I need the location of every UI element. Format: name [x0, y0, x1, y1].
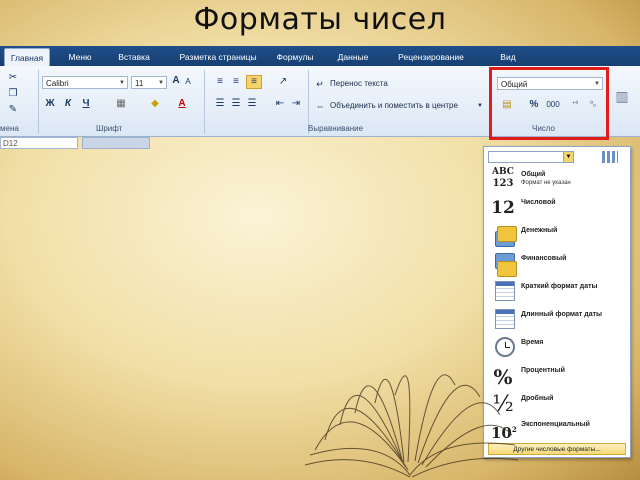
- chevron-down-icon[interactable]: ▼: [476, 100, 484, 112]
- table-grid-icon: [602, 151, 618, 163]
- align-bottom-icon[interactable]: ≡: [246, 75, 262, 89]
- group-separator: [38, 70, 39, 134]
- calendar-short-icon: [491, 279, 515, 305]
- align-top-icon[interactable]: ≡: [214, 76, 226, 88]
- orientation-icon[interactable]: ↗: [276, 76, 290, 88]
- tab-review[interactable]: Рецензирование: [388, 48, 474, 66]
- chevron-down-icon[interactable]: ▼: [563, 152, 573, 162]
- coin-shape: [497, 226, 517, 242]
- font-name-select[interactable]: Calibri ▼: [42, 76, 128, 89]
- group-label-alignment: Выравнивание: [308, 124, 364, 133]
- format-item-name: Денежный: [521, 227, 558, 234]
- merge-center-icon[interactable]: ⇔: [314, 100, 326, 112]
- format-item-name: Процентный: [521, 367, 565, 374]
- align-middle-icon[interactable]: ≡: [230, 76, 242, 88]
- format-item-name: Время: [521, 339, 544, 346]
- shrink-font-icon[interactable]: A: [183, 76, 193, 88]
- align-center-icon[interactable]: ☰: [230, 98, 242, 110]
- group-separator: [204, 70, 205, 134]
- font-size-select[interactable]: 11 ▼: [131, 76, 167, 89]
- increase-indent-icon[interactable]: ⇥: [290, 98, 302, 110]
- number-group-highlight: [489, 67, 609, 140]
- decrease-indent-icon[interactable]: ⇤: [274, 98, 286, 110]
- conditional-format-icon[interactable]: ▥: [612, 89, 632, 103]
- format-painter-icon[interactable]: ✎: [6, 104, 20, 116]
- font-color-button[interactable]: A: [176, 98, 188, 110]
- number-12-icon: 12: [491, 198, 515, 218]
- format-item-number[interactable]: 12 Числовой: [488, 195, 626, 221]
- format-item-currency[interactable]: Денежный: [488, 223, 626, 249]
- underline-button[interactable]: Ч: [80, 98, 92, 110]
- font-name-value: Calibri: [46, 79, 69, 88]
- chevron-down-icon: ▼: [119, 80, 125, 86]
- format-item-name: Краткий формат даты: [521, 283, 598, 290]
- align-left-icon[interactable]: ☰: [214, 98, 226, 110]
- grow-font-icon[interactable]: A: [170, 75, 182, 87]
- wrap-text-button[interactable]: Перенос текста: [330, 78, 388, 90]
- tab-data[interactable]: Данные: [332, 48, 374, 66]
- fill-color-icon[interactable]: ◆: [148, 98, 162, 110]
- cut-icon[interactable]: ✂: [6, 72, 20, 84]
- copy-icon[interactable]: ❐: [6, 88, 20, 100]
- italic-button[interactable]: К: [62, 98, 74, 110]
- book-illustration: [304, 374, 519, 478]
- group-label-clipboard: мена: [0, 124, 19, 133]
- chevron-down-icon: ▼: [158, 80, 164, 86]
- format-item-general[interactable]: ABC 123 Общий Формат не указан: [488, 167, 626, 193]
- align-right-icon[interactable]: ☰: [246, 98, 258, 110]
- tab-insert[interactable]: Вставка: [112, 48, 156, 66]
- format-item-subtitle: Формат не указан: [521, 180, 571, 186]
- format-item-name: Общий: [521, 171, 546, 178]
- format-item-name: Экспоненциальный: [521, 421, 590, 428]
- 123-text: 123: [492, 178, 514, 189]
- group-label-font: Шрифт: [96, 124, 123, 133]
- number-format-dropdown-input[interactable]: ▼: [488, 151, 574, 163]
- coin-shape: [497, 261, 517, 277]
- format-item-name: Числовой: [521, 199, 556, 206]
- format-item-name: Длинный формат даты: [521, 311, 603, 318]
- tab-view[interactable]: Вид: [494, 48, 522, 66]
- merge-center-button[interactable]: Объединить и поместить в центре: [330, 100, 458, 112]
- font-size-value: 11: [135, 79, 144, 88]
- ribbon-tab-bar: Главная Меню Вставка Разметка страницы Ф…: [0, 46, 640, 67]
- borders-icon[interactable]: ▦: [114, 98, 128, 110]
- name-box[interactable]: D12: [0, 137, 78, 149]
- formula-bar-fragment: [82, 137, 150, 149]
- tab-home[interactable]: Главная: [4, 48, 50, 67]
- money-icon: [491, 223, 517, 249]
- wrap-text-icon[interactable]: ↵: [314, 78, 326, 90]
- abc-text: ABC: [492, 167, 514, 177]
- format-item-name: Финансовый: [521, 255, 567, 262]
- tab-formulas[interactable]: Формулы: [272, 48, 318, 66]
- slide-title: Форматы чисел: [193, 2, 447, 37]
- tab-menu[interactable]: Меню: [62, 48, 98, 66]
- format-item-accounting[interactable]: Финансовый: [488, 251, 626, 277]
- calendar-grid: [495, 281, 515, 301]
- accounting-icon: [491, 251, 517, 277]
- abc-123-icon: ABC 123: [491, 167, 515, 193]
- format-item-name: Дробный: [521, 395, 554, 402]
- bold-button[interactable]: Ж: [44, 98, 56, 110]
- tab-page-layout[interactable]: Разметка страницы: [168, 48, 268, 66]
- format-item-short-date[interactable]: Краткий формат даты: [488, 279, 626, 305]
